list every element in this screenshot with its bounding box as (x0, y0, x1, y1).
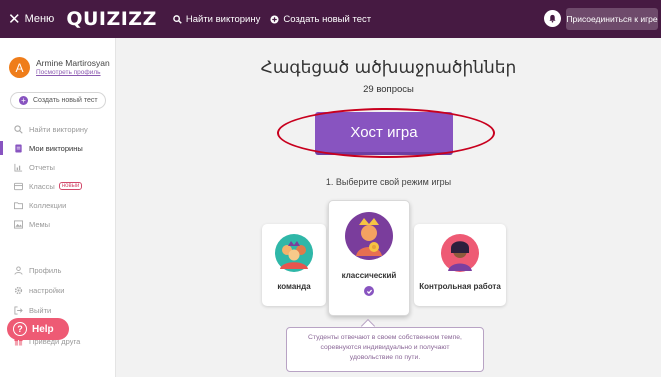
test-illustration-icon (441, 234, 479, 272)
quiz-title: Հագեցած ածխաջրածիններ (260, 58, 517, 78)
document-icon (15, 143, 22, 153)
new-badge: новый (58, 182, 83, 190)
bell-icon (549, 14, 556, 23)
sidebar-item-my-quizzes[interactable]: Мои викторины (0, 141, 116, 155)
sidebar-item-logout[interactable]: Выйти (0, 303, 116, 317)
mode-card-team[interactable]: команда (262, 224, 326, 306)
search-icon (173, 14, 182, 24)
create-test-label: Создать новый тест (283, 13, 372, 25)
mode-description-tooltip: Студенты отвечают в своем собственном те… (286, 327, 484, 372)
mode-prompt: 1. Выберите свой режим игры (325, 177, 452, 187)
sidebar-item-label: Коллекции (29, 200, 67, 210)
menu-label: Меню (24, 13, 55, 25)
sidebar-item-reports[interactable]: Отчеты (0, 160, 116, 174)
close-icon: ✕ (8, 11, 21, 28)
search-icon (14, 124, 23, 134)
mode-label-team: команда (277, 282, 311, 291)
highlight-ellipse (277, 108, 495, 158)
sidebar-item-label: Мои викторины (29, 143, 83, 153)
question-icon: ? (13, 322, 27, 336)
user-profile[interactable]: A Armine Martirosyan Посмотреть профиль (9, 57, 110, 78)
mode-label-classic: классический (341, 271, 397, 280)
notifications-button[interactable] (544, 10, 561, 27)
sidebar-item-label: Профиль (29, 265, 62, 275)
sidebar-item-label: Выйти (29, 305, 52, 315)
find-quiz-label: Найти викторину (185, 13, 261, 25)
join-game-button[interactable]: Присоединиться к игре (566, 8, 658, 30)
tooltip-line: Студенты отвечают в своем собственном те… (308, 334, 462, 341)
folder-icon (14, 201, 23, 209)
plus-circle-icon (270, 14, 279, 24)
mode-label-test: Контрольная работа (419, 282, 501, 291)
sidebar-item-label: Классы (29, 181, 55, 191)
sidebar-item-label: Отчеты (29, 162, 55, 172)
create-test-link[interactable]: Создать новый тест (270, 14, 371, 25)
top-bar: ✕ Меню QUIZIZZ Найти викторину Создать н… (0, 0, 661, 38)
sidebar-item-label: настройки (29, 285, 65, 295)
user-name: Armine Martirosyan (36, 58, 110, 68)
sidebar-item-collections[interactable]: Коллекции (0, 198, 116, 212)
sidebar-item-settings[interactable]: настройки (0, 283, 116, 297)
mode-card-test[interactable]: Контрольная работа (414, 224, 506, 306)
team-illustration-icon (275, 234, 313, 272)
question-count: 29 вопросы (363, 84, 414, 95)
sidebar-item-classes[interactable]: Классы новый (0, 179, 116, 193)
create-new-label: Создать новый тест (33, 97, 98, 104)
tooltip-line: удовольствие по пути. (349, 354, 421, 361)
selected-check-icon (364, 286, 374, 296)
tooltip-line: соревнуются индивидуально и получают (320, 344, 450, 351)
classroom-icon (14, 182, 23, 190)
user-icon (14, 265, 23, 275)
sidebar-item-profile[interactable]: Профиль (0, 263, 116, 277)
sidebar-item-label: Найти викторину (29, 124, 88, 134)
sidebar-item-label: Мемы (29, 219, 51, 229)
logout-icon (14, 305, 23, 315)
gear-icon (14, 286, 23, 294)
sidebar-item-find-quiz[interactable]: Найти викторину (0, 122, 116, 136)
image-icon (14, 219, 23, 229)
help-label: Help (32, 323, 54, 335)
quizizz-logo[interactable]: QUIZIZZ (66, 8, 157, 30)
create-new-test-button[interactable]: + Создать новый тест (10, 92, 106, 109)
classic-illustration-icon (345, 212, 393, 260)
help-button[interactable]: ? Help (7, 318, 69, 340)
plus-icon: + (19, 96, 28, 105)
chart-icon (14, 163, 23, 172)
menu-button[interactable]: ✕ Меню (8, 10, 54, 28)
sidebar-item-memes[interactable]: Мемы (0, 217, 116, 231)
mode-card-classic[interactable]: классический (328, 200, 410, 316)
view-profile-link[interactable]: Посмотреть профиль (36, 69, 110, 76)
avatar: A (9, 57, 30, 78)
find-quiz-link[interactable]: Найти викторину (173, 14, 260, 25)
